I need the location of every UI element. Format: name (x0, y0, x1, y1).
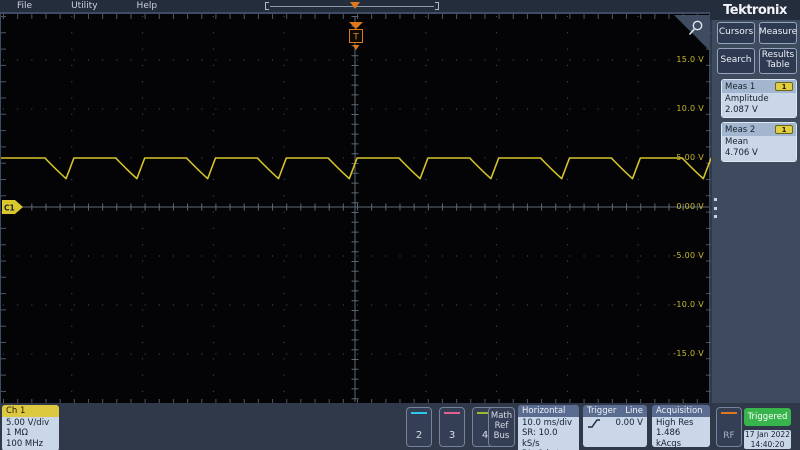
channel-number: 2 (416, 430, 422, 441)
axis-label: 15.0 V (660, 55, 704, 64)
channel-1-waveform (1, 158, 711, 179)
measurement-value: 4.706 V (725, 148, 793, 159)
measure-button[interactable]: Measure (759, 22, 797, 44)
axis-label: 0.00 V (660, 202, 704, 211)
search-button[interactable]: Search (717, 48, 755, 74)
trigger-position-marker-icon[interactable] (350, 2, 360, 9)
channel-1-label: Ch 1 (2, 405, 59, 417)
measurement-type: Amplitude (725, 94, 793, 105)
tektronix-logo: Tektronix (723, 3, 787, 18)
measurement-name: Meas 2 (725, 125, 755, 135)
time-text: 14:40:20 (751, 440, 785, 449)
trigger-title: Trigger (587, 405, 616, 417)
slider-left-bracket (265, 2, 269, 10)
waveform-display[interactable]: C1 T 15.0 V 10.0 V 5.00 V 0.00 V -5.00 V -10.0… (0, 13, 710, 403)
cursors-button[interactable]: Cursors (717, 22, 755, 44)
menu-items: File Utility Help (0, 1, 157, 11)
channel-1-reference-marker[interactable]: C1 (2, 200, 23, 214)
channel-buttons: 234 (406, 407, 498, 447)
svg-text:T: T (352, 33, 359, 43)
settings-bar: Ch 1 5.00 V/div 1 MΩ 100 MHz 234 Math Re… (0, 403, 800, 450)
menu-item-file[interactable]: File (17, 1, 32, 11)
rf-button[interactable]: RF (716, 407, 742, 447)
panel-drag-handle[interactable] (714, 198, 718, 218)
date-text: 17 Jan 2022 (745, 430, 790, 439)
measurement-name: Meas 1 (725, 82, 755, 92)
measurement-panel-1[interactable]: Meas 1 1 Amplitude2.087 V (721, 79, 797, 118)
sidebar: CursorsMeasureSearchResults Table Meas 1… (712, 20, 800, 403)
oscilloscope-screen: File Utility Help C1 T 15.0 V 10.0 V 5.00 V 0.… (0, 0, 800, 450)
horizontal-badge[interactable]: Horizontal 10.0 ms/div SR: 10.0 kS/s RL:… (518, 405, 579, 450)
zoom-corner-button[interactable] (674, 15, 710, 51)
trigger-point-marker[interactable]: T (349, 22, 363, 50)
logo-strip: Tektronix (710, 0, 800, 20)
measurement-list: Meas 1 1 Amplitude2.087 V Meas 2 1 Mean4.706 … (721, 79, 797, 162)
axis-label: -10.0 V (660, 300, 704, 309)
svg-text:C1: C1 (4, 204, 15, 213)
axis-label: 10.0 V (660, 104, 704, 113)
measurement-type: Mean (725, 137, 793, 148)
rising-edge-icon (587, 418, 601, 429)
measurement-value: 2.087 V (725, 105, 793, 116)
axis-label: 5.00 V (660, 153, 704, 162)
axis-label: -15.0 V (660, 349, 704, 358)
channel-3-color-bar (444, 412, 460, 414)
acquisition-count: 1.486 kAcqs (656, 428, 706, 447)
horizontal-scale: 10.0 ms/div (522, 418, 575, 428)
channel-1-bandwidth: 100 MHz (6, 439, 55, 449)
trigger-badge[interactable]: Trigger Line 0.00 V (583, 405, 647, 447)
graticule: C1 T (1, 14, 711, 404)
acquisition-badge[interactable]: Acquisition High Res 1.486 kAcqs (652, 405, 710, 447)
measurement-panel-2[interactable]: Meas 2 1 Mean4.706 V (721, 122, 797, 161)
menu-item-help[interactable]: Help (137, 1, 158, 11)
channel-number: 3 (449, 430, 455, 441)
channel-2-button[interactable]: 2 (406, 407, 432, 447)
acquisition-mode: High Res (656, 418, 706, 428)
channel-1-badge[interactable]: Ch 1 5.00 V/div 1 MΩ 100 MHz (2, 405, 59, 450)
datetime-display: 17 Jan 2022 14:40:20 (744, 430, 791, 449)
acquisition-title: Acquisition (652, 405, 710, 417)
trigger-status-badge: Triggered (744, 408, 791, 426)
horizontal-sample-rate: SR: 10.0 kS/s (522, 428, 575, 449)
horizontal-title: Horizontal (518, 405, 579, 417)
menu-item-utility[interactable]: Utility (71, 1, 97, 11)
math-ref-bus-button[interactable]: Math Ref Bus (488, 407, 515, 447)
channel-2-color-bar (411, 412, 427, 414)
menu-bar: File Utility Help (0, 0, 712, 13)
rf-color-bar (721, 412, 737, 414)
rf-label: RF (723, 431, 734, 441)
channel-1-impedance: 1 MΩ (6, 428, 55, 438)
source-badge: 1 (775, 125, 793, 134)
results-table-button[interactable]: Results Table (759, 48, 797, 74)
axis-label: -5.00 V (660, 251, 704, 260)
source-badge: 1 (775, 82, 793, 91)
trigger-level: 0.00 V (616, 418, 643, 428)
channel-1-scale: 5.00 V/div (6, 418, 55, 428)
slider-right-bracket (435, 2, 439, 10)
trigger-source: Line (625, 405, 643, 417)
sidebar-buttons: CursorsMeasureSearchResults Table (717, 22, 800, 74)
channel-3-button[interactable]: 3 (439, 407, 465, 447)
